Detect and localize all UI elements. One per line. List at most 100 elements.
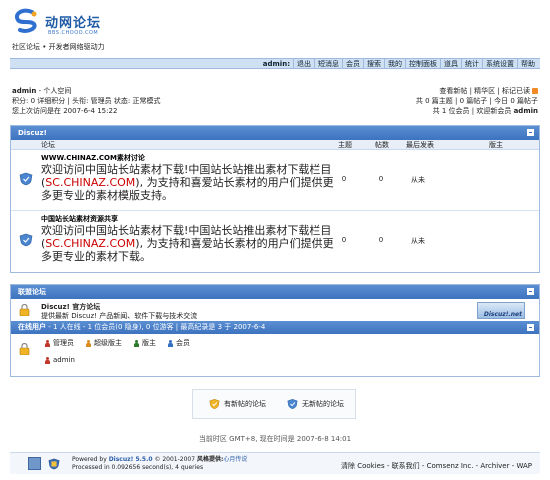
header-forum: 论坛 [41,141,55,149]
partner-title[interactable]: 联盟论坛 [11,285,539,299]
legend-item: 超级版主 [86,338,122,348]
forum-row: WWW.CHINAZ.COM素材讨论 欢迎访问中国站长站素材下载!中国站长站推出… [11,150,539,211]
desc-link[interactable]: SC.CHINAZ.COM [45,176,135,189]
powered-by: Powered by [72,456,109,463]
online-users-bar[interactable]: 在线用户 - 1 人在线 - 1 位会员(0 隐身), 0 位游客 | 最高纪录… [11,321,539,334]
nav-item[interactable]: 会员 [342,59,363,69]
forum-description: 欢迎访问中国站长站素材下载!中国站长站推出素材下载栏目(SC.CHINAZ.CO… [41,224,341,263]
site-logo[interactable]: 动网论坛 BBS.CHOOO.COM [12,8,112,38]
forum-stats: 查看新帖 | 精华区 | 标记已读 共 0 篇主题 | 0 篇帖子 | 今日 0… [298,86,538,116]
footer-links[interactable]: 清除 Cookies - 联系我们 - Comsenz Inc. - Archi… [341,461,532,471]
nav-item[interactable]: 控制面板 [405,59,440,69]
rss-icon[interactable] [532,88,538,94]
user-icon [45,356,50,364]
footer-time: 当前时区 GMT+8, 现在时间是 2007-6-8 14:01 [198,435,352,443]
new-member-link[interactable]: admin [514,107,538,115]
post-count: 0 [378,236,384,244]
user-group-icon [86,339,91,347]
forum-table-header: 论坛 主题 帖数 最后发表 版主 [11,140,539,150]
forum-description: 欢迎访问中国站长站素材下载!中国站长站推出素材下载栏目(SC.CHINAZ.CO… [41,163,341,202]
online-username[interactable]: admin [53,356,75,364]
forum-status-icon [19,233,33,247]
nav-item[interactable]: 帮助 [517,59,538,69]
nav-item[interactable]: 我的 [384,59,405,69]
nav-menu: admin: 退出 短消息 会员 搜索 我的 控制面板 道具 统计 系统设置 帮助 [260,59,538,69]
collapse-icon[interactable] [527,288,534,295]
forum-status-icon [19,172,33,186]
topic-count: 0 [341,175,347,183]
copyright: © 2001-2007 [152,456,197,463]
user-group-icon [134,339,139,347]
nav-item[interactable]: admin: [260,60,293,68]
legend-no-new-label: 无新帖的论坛 [302,400,344,408]
legend-label: 版主 [142,339,156,347]
partner-box: 联盟论坛 Discuz! 官方论坛 提供最新 Discuz! 产品新闻、软件下载… [10,284,540,377]
logo-subtext: BBS.CHOOO.COM [48,30,99,36]
category-title-text: Discuz! [18,129,47,137]
footer: Powered by Discuz! 5.5.0 © 2001-2007 风格提… [10,452,540,474]
partner-badge[interactable]: Discuz!.net [477,302,525,319]
post-count: 0 [378,175,384,183]
header-topics: 主题 [338,141,352,149]
logo-text: 动网论坛 [45,16,102,31]
shield-badge-icon[interactable] [48,457,60,471]
last-post: 从未 [411,176,425,184]
site-slogan: 社区论坛 • 开发者网络驱动力 [12,43,105,51]
legend-item: 版主 [134,338,156,348]
forum-category-box: Discuz! 论坛 主题 帖数 最后发表 版主 WWW.CHINAZ.COM素… [10,125,540,273]
post-stats: 共 0 篇主题 | 0 篇帖子 | 今日 0 篇帖子 [415,97,538,105]
style-label: 风格提供: [196,456,224,463]
online-users-panel: 管理员 超级版主 版主 会员 admin [11,334,539,376]
online-summary: - 1 人在线 - 1 位会员(0 隐身), 0 位游客 | 最高纪录是 3 于… [46,323,266,331]
partner-forum-desc: 提供最新 Discuz! 产品新闻、软件下载与技术交流 [41,312,198,320]
last-post: 从未 [411,237,425,245]
collapse-icon[interactable] [527,324,534,331]
last-visit: 您上次访问是在 2007-6-4 15:22 [12,107,118,115]
username-link[interactable]: admin [12,87,36,95]
forum-row: 中国站长站素材资源共享 欢迎访问中国站长站素材下载!中国站长站推出素材下载栏目(… [11,211,539,272]
partner-title-text: 联盟论坛 [18,288,46,296]
online-user[interactable]: admin [45,356,75,364]
quick-links[interactable]: 查看新帖 | 精华区 | 标记已读 [439,87,530,95]
no-new-posts-icon [287,399,298,409]
lock-icon [19,304,30,316]
discuz-logo-icon[interactable] [28,457,41,470]
user-space-link[interactable]: - 个人空间 [36,87,72,95]
member-stats: 共 1 位会员 | 欢迎新会员 [432,107,514,115]
nav-item[interactable]: 统计 [461,59,482,69]
header-moderator: 版主 [489,141,503,149]
forum-title-link[interactable]: 中国站长站素材资源共享 [41,214,118,224]
nav-item[interactable]: 短消息 [314,59,342,69]
desc-link[interactable]: SC.CHINAZ.COM [45,237,135,250]
category-title[interactable]: Discuz! [11,126,539,140]
header-last-post: 最后发表 [406,141,434,149]
nav-item[interactable]: 系统设置 [482,59,517,69]
new-posts-icon [209,399,220,409]
collapse-icon[interactable] [527,129,534,136]
member-legend: 管理员 超级版主 版主 会员 [45,338,190,348]
logo-swirl-icon [15,8,37,33]
legend-item: 管理员 [45,338,74,348]
footer-credits: Powered by Discuz! 5.5.0 © 2001-2007 风格提… [72,456,247,472]
user-group-icon [168,339,173,347]
nav-item[interactable]: 道具 [440,59,461,69]
processed-info: Processed in 0.092656 second(s), 4 queri… [72,464,204,471]
forum-title-link[interactable]: WWW.CHINAZ.COM素材讨论 [41,153,145,163]
nav-item[interactable]: 退出 [293,59,314,69]
style-author-link[interactable]: 心月传说 [223,456,247,463]
legend-item: 会员 [168,338,190,348]
legend-new-label: 有新帖的论坛 [224,400,266,408]
legend-new: 有新帖的论坛 [209,398,266,410]
user-info: admin - 个人空间 积分: 0 详细积分 | 头衔: 管理员 状态: 正常… [12,86,312,116]
forum-legend-box: 有新帖的论坛 无新帖的论坛 [192,389,356,419]
lock-icon [19,343,30,355]
online-label: 在线用户 [18,323,46,331]
legend-label: 管理员 [53,339,74,347]
partner-row: Discuz! 官方论坛 提供最新 Discuz! 产品新闻、软件下载与技术交流… [11,299,539,321]
topic-count: 0 [341,236,347,244]
top-navbar: admin: 退出 短消息 会员 搜索 我的 控制面板 道具 统计 系统设置 帮助 [10,58,540,69]
user-status: 积分: 0 详细积分 | 头衔: 管理员 状态: 正常模式 [12,97,161,105]
nav-item[interactable]: 搜索 [363,59,384,69]
header: 动网论坛 BBS.CHOOO.COM 社区论坛 • 开发者网络驱动力 [0,0,550,58]
powered-link[interactable]: Discuz! 5.5.0 [109,456,153,463]
